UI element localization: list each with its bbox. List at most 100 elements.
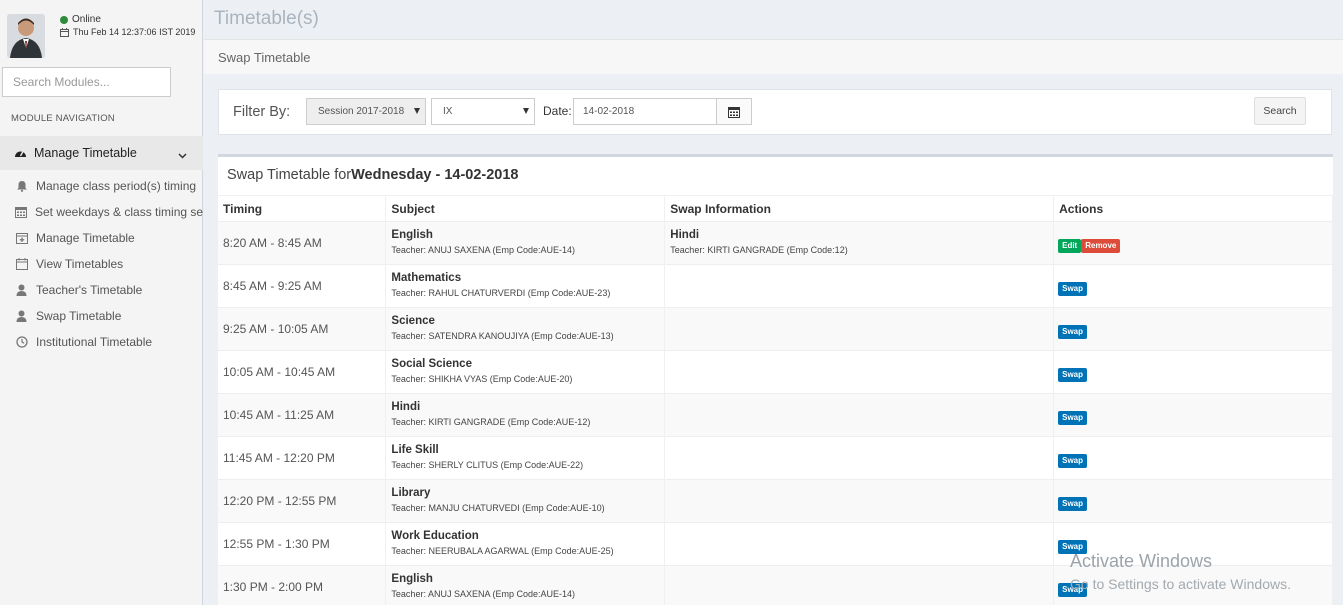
breadcrumb: Swap Timetable xyxy=(204,39,1343,74)
table-row: 12:20 PM - 12:55 PM Library Teacher: MANJ… xyxy=(218,479,1333,523)
sidebar-item-manage-timetable[interactable]: Manage Timetable xyxy=(0,226,203,250)
datetime-text: Thu Feb 14 12:37:06 IST 2019 xyxy=(73,27,196,37)
filter-panel: Filter By: Session 2017-2018 IX Date: 14… xyxy=(218,89,1332,135)
column-header-subject: Subject xyxy=(385,195,666,222)
sidebar-item-label: Manage Timetable xyxy=(36,231,135,245)
teacher-name: Teacher: ANUJ SAXENA (Emp Code:AUE-14) xyxy=(391,245,575,255)
table-header-row: Timing Subject Swap Information Actions xyxy=(218,195,1333,222)
avatar[interactable] xyxy=(7,14,45,58)
filter-label: Filter By: xyxy=(233,104,291,120)
subject-name: Life Skill xyxy=(391,444,439,456)
user-icon xyxy=(15,310,28,323)
caret-down-icon xyxy=(414,108,420,114)
sidebar: Online Thu Feb 14 12:37:06 IST 2019 MODU… xyxy=(0,0,203,605)
remove-button[interactable]: Remove xyxy=(1081,239,1121,253)
column-header-actions: Actions xyxy=(1053,195,1333,222)
timing-cell: 10:05 AM - 10:45 AM xyxy=(223,365,336,379)
calendar-icon xyxy=(728,105,741,118)
session-value: Session 2017-2018 xyxy=(318,106,405,117)
online-dot-icon xyxy=(60,15,68,24)
sidebar-item-label: Swap Timetable xyxy=(36,309,122,323)
teacher-name: Teacher: NEERUBALA AGARWAL (Emp Code:AUE… xyxy=(391,546,614,556)
swap-button[interactable]: Swap xyxy=(1058,325,1088,339)
search-modules-input[interactable] xyxy=(2,67,171,97)
swap-info-cell xyxy=(664,264,1055,308)
class-select[interactable]: IX xyxy=(431,98,535,125)
timetable-panel: Swap Timetable forWednesday - 14-02-2018… xyxy=(218,154,1333,605)
clock-icon xyxy=(15,336,28,349)
timing-cell: 9:25 AM - 10:05 AM xyxy=(223,322,329,336)
teacher-name: Teacher: SHERLY CLITUS (Emp Code:AUE-22) xyxy=(391,460,584,470)
timing-cell: 8:20 AM - 8:45 AM xyxy=(223,236,322,250)
online-status: Online xyxy=(60,14,101,25)
session-select[interactable]: Session 2017-2018 xyxy=(306,98,426,125)
timing-cell: 12:20 PM - 12:55 PM xyxy=(223,494,337,508)
user-panel: Online Thu Feb 14 12:37:06 IST 2019 xyxy=(0,0,203,62)
calendar-icon xyxy=(15,258,28,271)
table-row: 9:25 AM - 10:05 AM Science Teacher: SATEN… xyxy=(218,307,1333,351)
swap-info-cell xyxy=(664,350,1055,394)
subject-name: English xyxy=(391,573,433,585)
teacher-name: Teacher: SATENDRA KANOUJIYA (Emp Code:AU… xyxy=(391,331,614,341)
sidebar-item-view-timetables[interactable]: View Timetables xyxy=(0,252,203,276)
swap-button[interactable]: Swap xyxy=(1058,454,1088,468)
dashboard-icon xyxy=(14,147,27,160)
teacher-name: Teacher: ANUJ SAXENA (Emp Code:AUE-14) xyxy=(391,589,575,599)
swap-button[interactable]: Swap xyxy=(1058,368,1088,382)
chevron-down-icon[interactable] xyxy=(178,148,187,162)
timetable-title-day: Wednesday - 14-02-2018 xyxy=(351,167,519,183)
swap-info-cell xyxy=(664,436,1055,480)
sidebar-item-label: Set weekdays & class timing sets xyxy=(35,205,203,219)
timetable-table: Timing Subject Swap Information Actions … xyxy=(218,195,1333,605)
teacher-name: Teacher: KIRTI GANGRADE (Emp Code:AUE-12… xyxy=(391,417,591,427)
table-row: 10:45 AM - 11:25 AM Hindi Teacher: KIRTI … xyxy=(218,393,1333,437)
calendar-picker-button[interactable] xyxy=(716,98,752,125)
bell-icon xyxy=(15,180,28,193)
subject-name: Library xyxy=(391,487,431,499)
module-navigation-header: MODULE NAVIGATION xyxy=(11,113,115,124)
timing-cell: 8:45 AM - 9:25 AM xyxy=(223,279,322,293)
subject-name: Social Science xyxy=(391,358,472,370)
swap-info-cell xyxy=(664,393,1055,437)
subject-name: Science xyxy=(391,315,435,327)
edit-button[interactable]: Edit xyxy=(1058,239,1082,253)
swap-subject-name: Hindi xyxy=(670,229,700,241)
subject-name: Work Education xyxy=(391,530,479,542)
user-icon xyxy=(15,284,28,297)
timing-cell: 10:45 AM - 11:25 AM xyxy=(223,408,335,422)
sidebar-item-teachers-timetable[interactable]: Teacher's Timetable xyxy=(0,278,203,302)
timetable-title-prefix: Swap Timetable for xyxy=(227,167,352,183)
table-row: 8:45 AM - 9:25 AM Mathematics Teacher: RA… xyxy=(218,264,1333,308)
date-label: Date: xyxy=(543,104,572,118)
swap-button[interactable]: Swap xyxy=(1058,282,1088,296)
activate-windows-watermark: Activate Windows Go to Settings to activ… xyxy=(1070,551,1291,592)
sidebar-item-swap-timetable[interactable]: Swap Timetable xyxy=(0,304,203,328)
watermark-subtitle: Go to Settings to activate Windows. xyxy=(1070,576,1291,592)
sidebar-item-class-period-timing[interactable]: Manage class period(s) timing xyxy=(0,174,203,198)
teacher-name: Teacher: MANJU CHATURVEDI (Emp Code:AUE-… xyxy=(391,503,605,513)
subject-name: Hindi xyxy=(391,401,421,413)
date-value: 14-02-2018 xyxy=(583,106,635,117)
swap-info-cell xyxy=(664,307,1055,351)
calendar-plus-icon xyxy=(15,232,28,245)
sidebar-item-label: Manage class period(s) timing xyxy=(36,179,197,193)
timing-cell: 1:30 PM - 2:00 PM xyxy=(223,580,324,594)
nav-group-manage-timetable[interactable]: Manage Timetable xyxy=(0,136,203,170)
current-datetime: Thu Feb 14 12:37:06 IST 2019 xyxy=(60,27,195,37)
swap-button[interactable]: Swap xyxy=(1058,497,1088,511)
timing-cell: 11:45 AM - 12:20 PM xyxy=(223,451,335,465)
timing-cell: 12:55 PM - 1:30 PM xyxy=(223,537,330,551)
sidebar-item-institutional-timetable[interactable]: Institutional Timetable xyxy=(0,330,203,354)
date-input[interactable]: 14-02-2018 xyxy=(573,98,717,125)
swap-button[interactable]: Swap xyxy=(1058,411,1088,425)
swap-info-cell xyxy=(664,565,1055,605)
swap-info-cell xyxy=(664,479,1055,523)
subject-name: English xyxy=(391,229,433,241)
table-row: 10:05 AM - 10:45 AM Social Science Teache… xyxy=(218,350,1333,394)
page-title: Timetable(s) xyxy=(214,8,319,29)
table-row: 8:20 AM - 8:45 AM English Teacher: ANUJ S… xyxy=(218,221,1333,265)
status-text: Online xyxy=(72,14,101,25)
sidebar-item-label: Institutional Timetable xyxy=(36,335,153,349)
sidebar-item-weekdays-timing-sets[interactable]: Set weekdays & class timing sets xyxy=(0,200,203,224)
search-button[interactable]: Search xyxy=(1254,97,1306,125)
